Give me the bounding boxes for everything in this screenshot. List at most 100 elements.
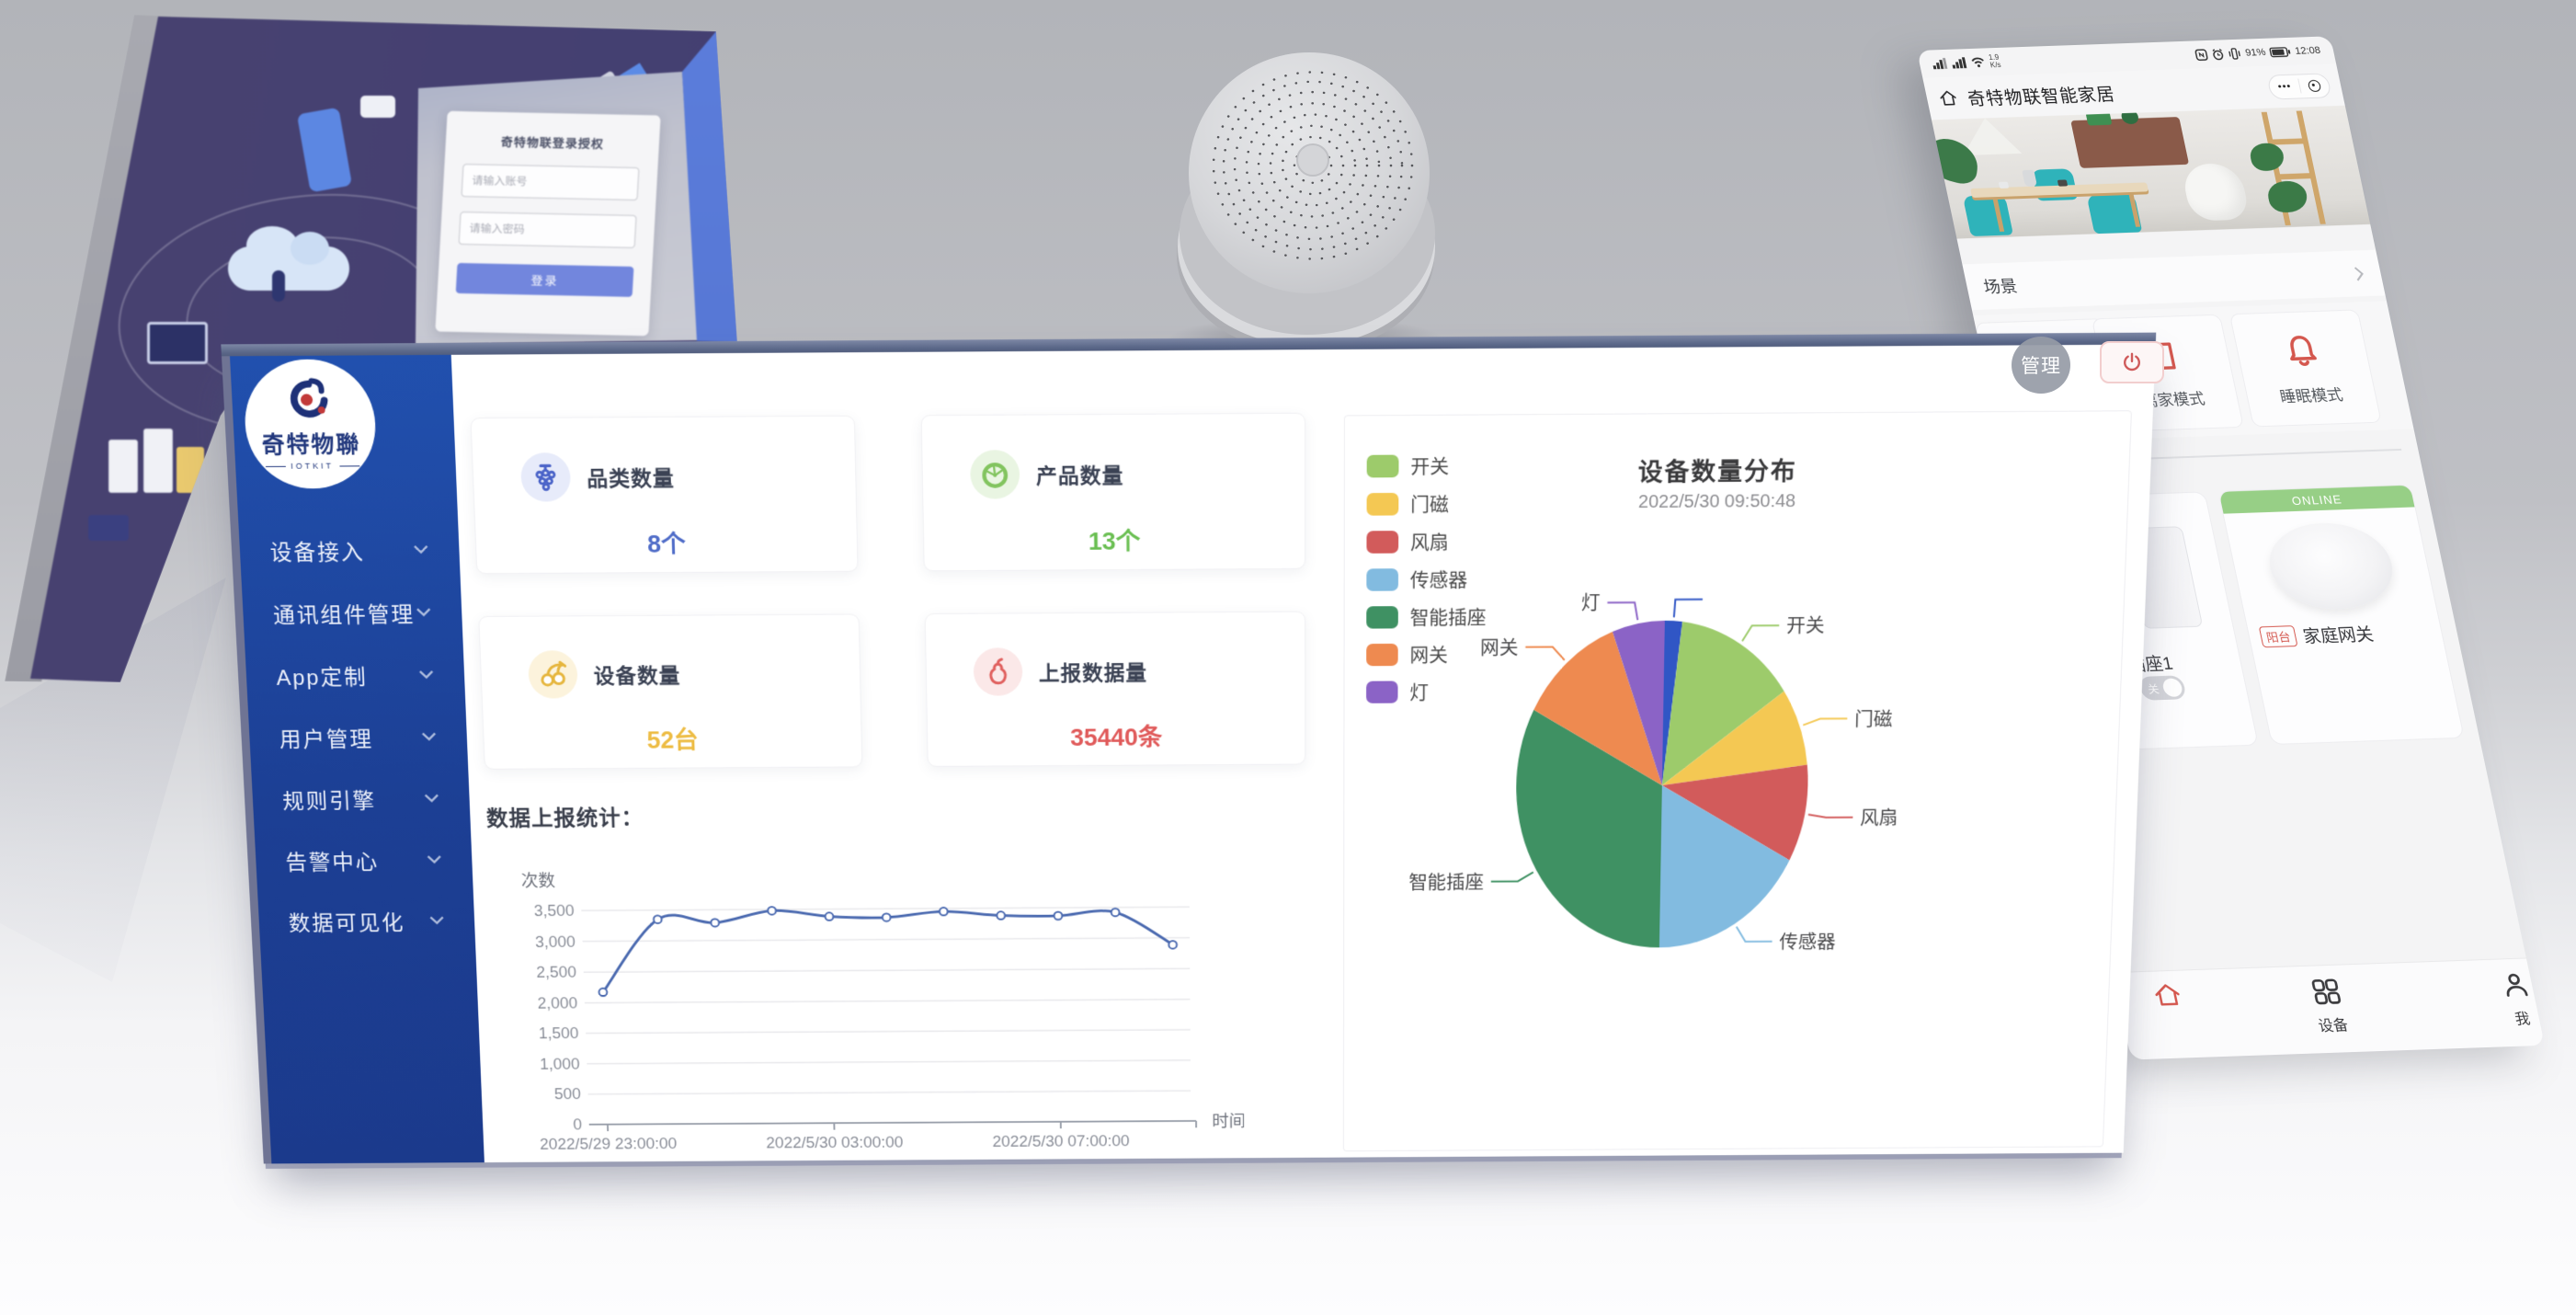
stat-value: 35440条	[928, 717, 1305, 754]
device-toggle[interactable]: 关	[2137, 675, 2186, 700]
teal-chair	[1963, 195, 2013, 236]
device-name: 家庭网关	[2300, 621, 2376, 647]
line-chart: 05001,0001,5002,0002,5003,0003,5002022/5…	[507, 833, 1244, 1182]
bell-icon	[2278, 330, 2325, 370]
svg-text:1,500: 1,500	[539, 1024, 579, 1042]
sidebar-item-app-custom[interactable]: App定制	[236, 643, 465, 706]
svg-text:3,500: 3,500	[533, 902, 574, 920]
username-field[interactable]	[462, 164, 640, 200]
server-illustration	[143, 429, 173, 493]
mini-program-title: 奇特物联智能家居	[1965, 80, 2117, 109]
chevron-down-icon	[419, 669, 434, 679]
svg-text:0: 0	[573, 1116, 582, 1134]
sim2-signal-icon	[1951, 57, 1968, 68]
svg-text:2,500: 2,500	[536, 964, 576, 981]
sleep-mode-card[interactable]: 睡眠模式	[2229, 309, 2382, 427]
home-banner-photo	[1932, 106, 2370, 239]
pie-chart: 开关门磁风扇传感器智能插座网关灯	[1344, 411, 2133, 1152]
sidebar-menu: 设备接入 通讯组件管理 App定制 用户管理 规则引擎 告警中心 数据可见化	[230, 518, 475, 952]
home-icon[interactable]	[1936, 88, 1961, 109]
stat-title: 产品数量	[1036, 458, 1124, 489]
sim1-signal-icon	[1932, 58, 1949, 69]
grid-icon	[2308, 977, 2344, 1007]
password-field[interactable]	[459, 212, 637, 248]
pie-chart-panel: 设备数量分布 2022/5/30 09:50:48 开关门磁风扇传感器智能插座网…	[1343, 410, 2132, 1151]
dashboard-main: 品类数量 8个 产品数量 13个 设备数量	[451, 345, 2156, 1163]
svg-text:次数: 次数	[521, 872, 556, 891]
scene: 奇特物联登录授权 登录 1.9 K/s 91% 12:08 奇特物联智能家居	[0, 0, 2576, 1315]
line-chart-point	[711, 919, 719, 927]
line-chart-point	[1054, 912, 1063, 920]
chevron-down-icon	[427, 855, 441, 864]
stat-card-report-volume: 上报数据量 35440条	[925, 612, 1306, 767]
logo-subtext: IOTKIT	[265, 461, 359, 470]
line-chart-point	[826, 912, 834, 920]
lime-icon	[970, 450, 1020, 498]
tab-home[interactable]	[2123, 981, 2215, 1017]
logo-text: 奇特物聯	[261, 427, 361, 460]
cherries-icon	[528, 650, 578, 698]
line-chart-section-title: 数据上报统计：	[485, 800, 644, 831]
login-card: 奇特物联登录授权 登录	[435, 111, 660, 337]
sidebar-item-device-access[interactable]: 设备接入	[230, 518, 461, 582]
login-button[interactable]: 登录	[456, 263, 634, 297]
house-icon	[2151, 982, 2184, 1009]
cloud-icon	[291, 232, 329, 265]
pie-label: 网关	[1480, 637, 1519, 658]
sidebar-item-comm-components[interactable]: 通讯组件管理	[234, 580, 463, 645]
logo: 奇特物聯 IOTKIT	[242, 359, 378, 488]
mini-program-capsule[interactable]: •••	[2266, 73, 2332, 99]
chevron-down-icon	[429, 916, 444, 925]
stat-card-categories: 品类数量 8个	[470, 416, 858, 575]
sidebar: 奇特物聯 IOTKIT 设备接入 通讯组件管理 App定制 用户管理 规则引擎 …	[222, 355, 484, 1164]
stat-card-products: 产品数量 13个	[921, 413, 1306, 572]
scene-label: 场景	[1981, 273, 2019, 298]
grapes-icon	[520, 452, 572, 501]
sidebar-item-rule-engine[interactable]: 规则引擎	[243, 767, 471, 829]
monitor-illustration	[147, 322, 208, 364]
manage-button[interactable]: 管理	[2012, 337, 2070, 394]
line-chart-point	[997, 911, 1005, 920]
login-title: 奇特物联登录授权	[445, 132, 659, 154]
tab-me[interactable]: 我	[2470, 968, 2545, 1030]
wifi-icon	[1970, 56, 1987, 67]
nfc-icon	[2194, 49, 2209, 61]
battery-percent: 91%	[2244, 47, 2267, 59]
pie-label: 灯	[1581, 593, 1601, 614]
person-icon	[2498, 969, 2534, 1000]
vibrate-icon	[2228, 47, 2242, 59]
pie-label: 智能插座	[1408, 872, 1484, 892]
sidebar-item-user-management[interactable]: 用户管理	[240, 705, 468, 769]
shelf-plant	[2248, 143, 2286, 171]
line-chart-point	[598, 989, 607, 996]
line-chart-point	[768, 907, 776, 915]
server-illustration	[108, 440, 138, 493]
online-badge: ONLINE	[2219, 486, 2415, 514]
svg-text:1,000: 1,000	[540, 1056, 580, 1073]
dashboard-panel: 奇特物聯 IOTKIT 设备接入 通讯组件管理 App定制 用户管理 规则引擎 …	[221, 333, 2156, 1164]
camera-illustration	[360, 96, 395, 118]
power-button[interactable]	[2100, 341, 2164, 383]
pie-label: 风扇	[1860, 807, 1898, 828]
svg-text:500: 500	[554, 1086, 582, 1103]
power-icon	[2120, 350, 2144, 374]
line-chart-point	[1168, 941, 1177, 949]
cup	[1999, 182, 2009, 189]
more-icon[interactable]: •••	[2277, 82, 2293, 91]
stat-value: 13个	[924, 520, 1305, 558]
battery-icon	[2269, 46, 2291, 57]
scene-row[interactable]: 场景	[1962, 250, 2385, 310]
tab-devices[interactable]: 设备	[2281, 976, 2377, 1037]
gateway-device-image	[2262, 521, 2401, 612]
ladder-shelf	[2256, 110, 2331, 225]
stat-title: 设备数量	[593, 658, 681, 689]
phone-illustration	[297, 108, 352, 193]
gateway-device-card[interactable]: ONLINE 阳台 家庭网关	[2217, 485, 2465, 745]
stat-title: 品类数量	[587, 461, 675, 492]
close-circle-icon[interactable]	[2308, 79, 2322, 91]
sidebar-item-alert-center[interactable]: 告警中心	[246, 829, 473, 891]
line-chart-point	[654, 916, 662, 924]
sidebar-item-data-visualization[interactable]: 数据可见化	[249, 889, 475, 951]
chevron-right-icon	[2354, 266, 2366, 281]
svg-text:2022/5/30 03:00:00: 2022/5/30 03:00:00	[766, 1134, 903, 1151]
